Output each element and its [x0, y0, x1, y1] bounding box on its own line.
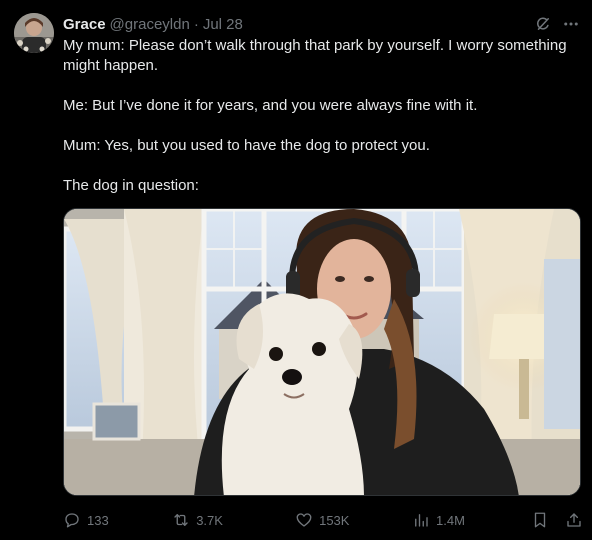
bookmark-icon	[534, 512, 546, 528]
tweet-paragraph: Me: But I’ve done it for years, and you …	[63, 97, 478, 114]
tweet-paragraph: Mum: Yes, but you used to have the dog t…	[63, 137, 430, 154]
grok-icon[interactable]	[534, 15, 552, 33]
tweet-text: My mum: Please don’t walk through that p…	[63, 36, 583, 196]
reply-icon	[65, 513, 79, 528]
secondary-actions	[531, 511, 583, 529]
tweet: Grace @graceyldn · Jul 28 My mum: Please…	[0, 0, 592, 540]
avatar[interactable]	[14, 13, 54, 53]
user-handle[interactable]: @graceyldn	[110, 16, 190, 33]
display-name[interactable]: Grace	[63, 16, 106, 33]
like-icon	[296, 513, 312, 527]
like-count: 153K	[319, 512, 350, 528]
repost-button[interactable]: 3.7K	[172, 511, 295, 529]
tweet-header: Grace @graceyldn · Jul 28	[63, 14, 580, 34]
header-actions	[534, 15, 580, 33]
share-button[interactable]	[565, 511, 583, 529]
views-count: 1.4M	[436, 512, 465, 528]
repost-count: 3.7K	[196, 512, 223, 528]
timestamp[interactable]: Jul 28	[203, 16, 243, 33]
tweet-photo[interactable]	[63, 208, 581, 496]
views-icon	[415, 514, 428, 527]
views-button[interactable]: 1.4M	[412, 511, 531, 529]
photo-woman-with-dog	[64, 209, 580, 495]
reply-button[interactable]: 133	[63, 511, 154, 529]
tweet-paragraph: The dog in question:	[63, 177, 199, 194]
more-options-icon[interactable]	[562, 15, 580, 33]
like-button[interactable]: 153K	[295, 511, 412, 529]
tweet-paragraph: My mum: Please don’t walk through that p…	[63, 37, 567, 74]
separator-dot: ·	[193, 15, 199, 33]
share-icon	[567, 513, 581, 527]
tweet-actions: 133 3.7K 153K 1.4M	[63, 508, 583, 532]
repost-icon	[174, 514, 188, 526]
bookmark-button[interactable]	[531, 511, 549, 529]
reply-count: 133	[87, 512, 109, 528]
